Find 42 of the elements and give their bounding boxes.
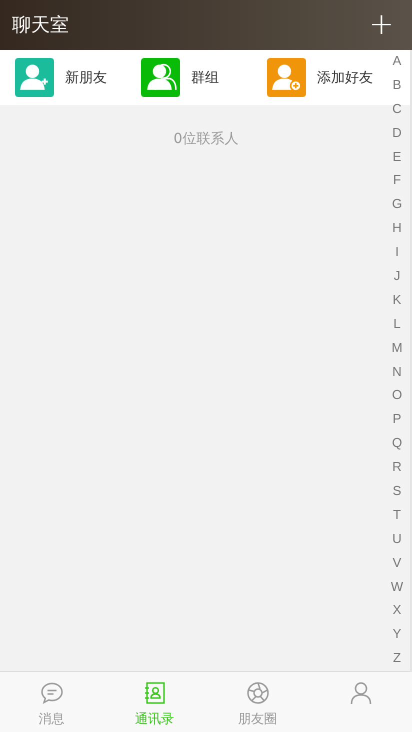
index-letter[interactable]: T — [393, 502, 401, 527]
index-letter[interactable]: F — [393, 168, 401, 192]
index-letter[interactable]: D — [392, 120, 402, 145]
index-letter[interactable]: E — [392, 144, 402, 168]
index-letter[interactable]: K — [392, 288, 402, 312]
index-letter[interactable]: I — [395, 240, 399, 264]
index-letter[interactable]: O — [392, 383, 402, 408]
index-letter[interactable]: S — [392, 479, 402, 503]
chat-bubble-icon — [40, 681, 64, 705]
add-person-icon[interactable] — [267, 58, 306, 97]
tab[interactable]: 通讯录 — [103, 672, 206, 732]
shortcut-label[interactable]: 新朋友 — [65, 68, 107, 86]
index-letter[interactable]: M — [392, 336, 402, 360]
tab[interactable]: 朋友圈 — [206, 672, 309, 732]
index-letter[interactable]: Y — [392, 622, 402, 646]
index-letter[interactable]: X — [392, 598, 402, 622]
index-letter[interactable]: Q — [392, 431, 402, 456]
index-letter[interactable]: J — [394, 264, 400, 288]
index-letter[interactable]: R — [392, 455, 402, 480]
contact-count: 0位联系人 — [174, 130, 238, 148]
index-letter[interactable]: B — [392, 72, 402, 97]
shortcut-label[interactable]: 添加好友 — [317, 68, 373, 86]
index-letter[interactable]: G — [392, 192, 402, 216]
index-letter[interactable]: W — [390, 574, 404, 598]
page-title: 聊天室 — [12, 13, 69, 38]
tab[interactable]: 消息 — [0, 672, 103, 732]
index-letter[interactable]: U — [392, 526, 402, 551]
index-letter[interactable]: N — [392, 360, 402, 384]
new-person-icon[interactable] — [15, 58, 54, 97]
index-letter[interactable]: P — [392, 407, 402, 432]
index-letter[interactable]: V — [392, 550, 402, 575]
shortcut-label[interactable]: 群组 — [191, 68, 219, 86]
person-icon — [348, 681, 372, 705]
index-letter[interactable]: A — [392, 49, 402, 73]
index-letter[interactable]: L — [393, 312, 401, 336]
index-letter[interactable]: C — [392, 96, 402, 121]
add-button[interactable]: + — [364, 10, 398, 40]
group-icon[interactable] — [141, 58, 180, 97]
index-letter[interactable]: H — [392, 216, 402, 240]
aperture-icon — [246, 681, 270, 705]
index-letter[interactable]: Z — [393, 646, 401, 670]
address-book-icon — [142, 681, 166, 705]
